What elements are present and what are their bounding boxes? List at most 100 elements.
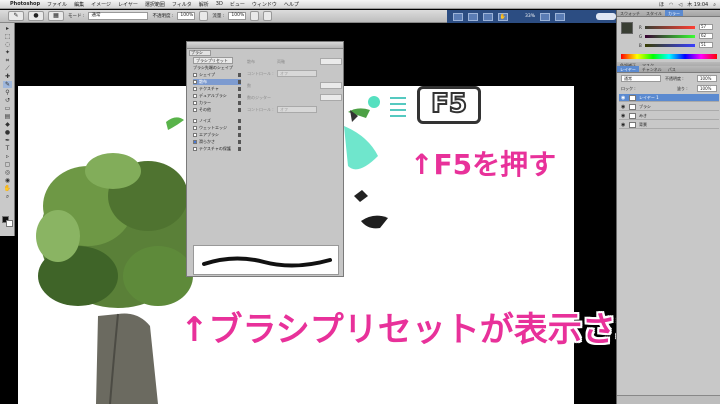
3d-orbit-tool-icon[interactable]: ◉ [3, 177, 12, 184]
lock-icon[interactable] [238, 87, 241, 91]
mode-select[interactable]: 通常 [88, 12, 149, 20]
g-value[interactable]: 62 [699, 33, 713, 39]
scatter-control-dropdown[interactable]: オフ [277, 70, 317, 77]
layer-row[interactable]: ◉ ブラシ [619, 103, 719, 111]
brush-option-noise[interactable]: ノイズ [193, 118, 241, 124]
g-slider[interactable] [645, 35, 695, 38]
brush-option-shape-dynamics[interactable]: シェイプ [193, 72, 241, 78]
shape-tool-icon[interactable]: ▢ [3, 161, 12, 168]
brush-option-scattering[interactable]: 散布 [193, 79, 241, 85]
count-field[interactable] [320, 82, 342, 89]
visibility-eye-icon[interactable]: ◉ [621, 122, 625, 128]
lock-icon[interactable] [238, 101, 241, 105]
lock-icon[interactable] [238, 80, 241, 84]
brush-option-color-dynamics[interactable]: カラー [193, 100, 241, 106]
toggle-brush-panel-button[interactable]: ▦ [48, 11, 64, 21]
screen-mode-button[interactable] [555, 12, 566, 21]
checkbox[interactable] [193, 147, 197, 151]
hand-tool-button[interactable]: ✋ [498, 12, 508, 21]
quick-select-tool-icon[interactable]: ✦ [3, 49, 12, 56]
menu-edit[interactable]: 編集 [74, 1, 84, 8]
background-color[interactable] [6, 220, 13, 227]
b-value[interactable]: 51 [699, 42, 713, 48]
r-value[interactable]: 57 [699, 24, 713, 30]
dodge-tool-icon[interactable]: ● [3, 129, 12, 136]
brush-option-protect-texture[interactable]: テクスチャの保護 [193, 146, 241, 152]
menu-image[interactable]: イメージ [91, 1, 111, 8]
brush-option-other-dynamics[interactable]: その他 [193, 107, 241, 113]
lock-icon[interactable] [238, 108, 241, 112]
tab-color[interactable]: カラー [665, 10, 683, 16]
brush-option-airbrush[interactable]: エアブラシ [193, 132, 241, 138]
3d-rotate-tool-icon[interactable]: ◎ [3, 169, 12, 176]
tab-styles[interactable]: スタイル [643, 10, 665, 16]
visibility-eye-icon[interactable]: ◉ [621, 104, 625, 110]
clock[interactable]: 木 19:04 [687, 1, 708, 8]
checkbox[interactable] [193, 133, 197, 137]
pressure-opacity-button[interactable] [199, 11, 209, 21]
lock-icon[interactable] [238, 140, 241, 144]
marquee-tool-icon[interactable]: ⬚ [3, 33, 12, 40]
b-slider[interactable] [645, 44, 695, 47]
zoom-level[interactable]: 33% [525, 14, 535, 19]
menu-filter[interactable]: フィルタ [172, 1, 192, 8]
brush-option-dual-brush[interactable]: デュアルブラシ [193, 93, 241, 99]
lock-icon[interactable] [238, 73, 241, 77]
brush-panel-titlebar[interactable] [187, 42, 343, 49]
tab-channels[interactable]: チャンネル [639, 66, 665, 72]
scatter-value-field[interactable] [320, 58, 342, 65]
brush-option-texture[interactable]: テクスチャ [193, 86, 241, 92]
opacity-field[interactable]: 100% [177, 12, 196, 20]
brush-presets-button[interactable]: ブラシプリセット [193, 57, 233, 64]
checkbox[interactable] [193, 140, 197, 144]
layer-opacity-field[interactable]: 100% [697, 75, 717, 82]
checkbox[interactable] [193, 108, 197, 112]
path-select-tool-icon[interactable]: ▹ [3, 153, 12, 160]
blur-tool-icon[interactable]: ◆ [3, 121, 12, 128]
blend-mode-select[interactable]: 通常 [621, 75, 661, 82]
airbrush-button[interactable] [250, 11, 260, 21]
bridge-button[interactable] [453, 12, 463, 21]
volume-icon[interactable]: ◁ [678, 2, 682, 8]
checkbox[interactable] [193, 101, 197, 105]
type-tool-icon[interactable]: T [3, 145, 12, 152]
tab-layers[interactable]: レイヤー [617, 66, 639, 72]
status-text[interactable]: ほ [659, 1, 664, 8]
menu-select[interactable]: 選択範囲 [145, 1, 165, 8]
menu-window[interactable]: ウィンドウ [252, 1, 277, 8]
layer-row[interactable]: ◉ みき [619, 112, 719, 120]
fill-field[interactable]: 100% [697, 85, 717, 92]
history-brush-tool-icon[interactable]: ↺ [3, 97, 12, 104]
move-tool-icon[interactable]: ▸ [3, 25, 12, 32]
brush-tool-icon[interactable]: ✎ [3, 81, 12, 88]
menu-3d[interactable]: 3D [216, 1, 223, 7]
color-ramp[interactable] [621, 54, 717, 59]
extras-button[interactable] [483, 12, 493, 21]
tab-swatches[interactable]: スウォッチ [617, 10, 643, 16]
pressure-size-button[interactable] [263, 11, 273, 21]
lasso-tool-icon[interactable]: ◌ [3, 41, 12, 48]
app-menu[interactable]: Photoshop [10, 1, 40, 7]
layer-row[interactable]: ◉ 背景 [619, 121, 719, 129]
count-control-dropdown[interactable]: オフ [277, 106, 317, 113]
menu-view[interactable]: ビュー [230, 1, 245, 8]
mini-bridge-button[interactable] [468, 12, 478, 21]
checkbox[interactable] [193, 126, 197, 130]
lock-icon[interactable] [238, 119, 241, 123]
layer-row[interactable]: ◉ レイヤー 1 [619, 94, 719, 102]
flow-field[interactable]: 100% [228, 12, 247, 20]
visibility-eye-icon[interactable]: ◉ [621, 95, 625, 101]
menu-layer[interactable]: レイヤー [118, 1, 138, 8]
r-slider[interactable] [645, 26, 695, 29]
arrange-documents-button[interactable] [540, 12, 551, 21]
visibility-eye-icon[interactable]: ◉ [621, 113, 625, 119]
brush-size-picker[interactable]: ● [28, 11, 44, 21]
pen-tool-icon[interactable]: ✒ [3, 137, 12, 144]
menu-help[interactable]: ヘルプ [284, 1, 299, 8]
crop-tool-icon[interactable]: ⌗ [3, 57, 12, 64]
lock-icon[interactable] [238, 147, 241, 151]
wifi-icon[interactable]: ◠ [669, 2, 673, 8]
lock-icon[interactable] [238, 133, 241, 137]
lock-icon[interactable] [238, 94, 241, 98]
eraser-tool-icon[interactable]: ▭ [3, 105, 12, 112]
